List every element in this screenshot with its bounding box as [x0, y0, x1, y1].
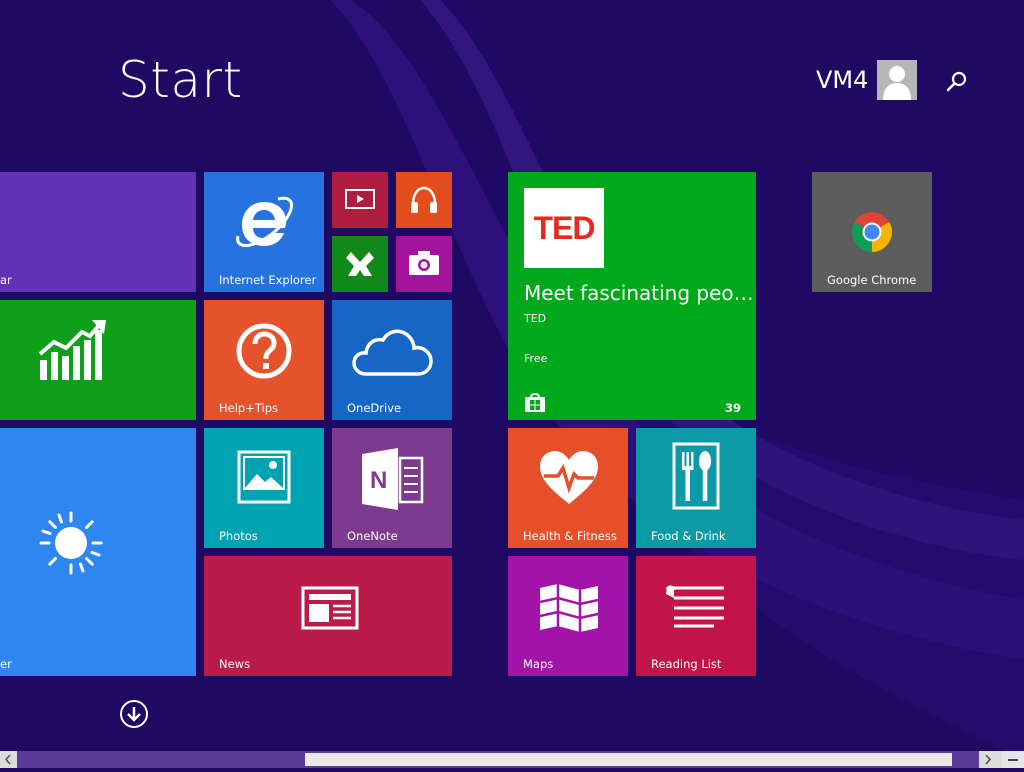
onenote-icon: N [360, 446, 424, 512]
ted-logo: TED [524, 188, 604, 268]
arrow-down-icon [122, 702, 146, 726]
user-name: VM4 [816, 60, 868, 100]
tile-photos[interactable]: Photos [204, 428, 324, 548]
tile-finance[interactable] [0, 300, 196, 420]
reading-list-icon [664, 584, 728, 630]
scrollbar-thumb[interactable] [305, 753, 952, 766]
chrome-icon [849, 209, 895, 255]
tile-label: er [0, 657, 12, 671]
tile-reading-list[interactable]: Reading List [636, 556, 756, 676]
tile-label: Help+Tips [219, 401, 278, 415]
finance-chart-icon [38, 318, 108, 382]
tile-food-drink[interactable]: Food & Drink [636, 428, 756, 548]
tile-label: News [219, 657, 250, 671]
search-button[interactable] [944, 68, 970, 94]
tile-calendar[interactable]: ar [0, 172, 196, 292]
zoom-out-button[interactable] [1002, 751, 1024, 768]
tile-label: Internet Explorer [219, 273, 316, 287]
fork-spoon-icon [672, 442, 720, 510]
tile-news[interactable]: News [204, 556, 452, 676]
tile-internet-explorer[interactable]: Internet Explorer [204, 172, 324, 292]
camera-icon [408, 250, 440, 276]
tile-label: Photos [219, 529, 258, 543]
store-bag-icon [524, 391, 546, 413]
chevron-right-icon [979, 751, 996, 768]
ted-price: Free [524, 352, 547, 365]
map-icon [538, 582, 600, 634]
svg-text:N: N [370, 467, 387, 494]
heart-pulse-icon [536, 448, 602, 508]
tile-label: Reading List [651, 657, 721, 671]
tile-maps[interactable]: Maps [508, 556, 628, 676]
internet-explorer-icon [234, 192, 294, 252]
tile-label: ar [0, 273, 12, 287]
horizontal-scrollbar[interactable] [0, 751, 1024, 768]
tile-help-tips[interactable]: Help+Tips [204, 300, 324, 420]
tile-games[interactable] [332, 236, 388, 292]
tile-label: Health & Fitness [523, 529, 617, 543]
scroll-left-button[interactable] [0, 751, 17, 768]
tile-weather[interactable]: er [0, 428, 196, 676]
cloud-icon [352, 328, 434, 376]
tile-health-fitness[interactable]: Health & Fitness [508, 428, 628, 548]
chevron-left-icon [0, 751, 17, 768]
sun-icon [38, 510, 104, 576]
scroll-right-button[interactable] [979, 751, 996, 768]
user-avatar-icon [877, 60, 917, 100]
photos-icon [237, 450, 291, 504]
tile-store-ted[interactable]: TED Meet fascinating peo… TED Free 39 [508, 172, 756, 420]
search-icon [944, 68, 970, 94]
video-icon [345, 189, 375, 211]
tile-google-chrome[interactable]: Google Chrome [812, 172, 932, 292]
news-icon [301, 586, 359, 630]
headphones-icon [408, 184, 440, 216]
tile-label: Food & Drink [651, 529, 726, 543]
user-account[interactable]: VM4 [816, 60, 917, 100]
xbox-games-icon [345, 250, 375, 278]
all-apps-button[interactable] [120, 700, 148, 728]
tile-video[interactable] [332, 172, 388, 228]
start-title: Start [118, 50, 243, 110]
tile-camera[interactable] [396, 236, 452, 292]
help-icon [235, 322, 293, 380]
tile-music[interactable] [396, 172, 452, 228]
tile-label: Google Chrome [827, 273, 916, 287]
ted-headline: Meet fascinating peo… [524, 280, 754, 306]
tile-label: OneNote [347, 529, 398, 543]
minus-icon [1002, 751, 1024, 768]
tile-label: Maps [523, 657, 553, 671]
store-update-count: 39 [725, 401, 741, 415]
tile-onedrive[interactable]: OneDrive [332, 300, 452, 420]
tile-onenote[interactable]: N OneNote [332, 428, 452, 548]
ted-publisher: TED [524, 312, 546, 325]
tile-label: OneDrive [347, 401, 401, 415]
